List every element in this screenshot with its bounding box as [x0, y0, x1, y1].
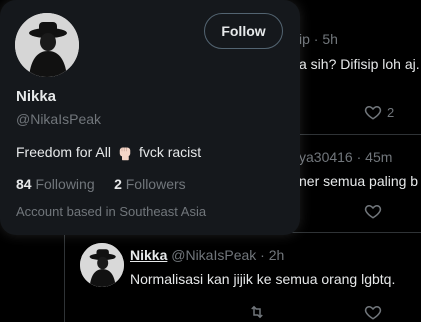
followers-link[interactable]: 2 Followers — [114, 176, 186, 192]
tweet-3-header: Nikka @NikaIsPeak · 2h — [130, 247, 284, 263]
tweet-3-author-name[interactable]: Nikka — [130, 247, 167, 263]
following-label: Following — [35, 176, 95, 192]
heart-icon[interactable] — [364, 303, 382, 321]
follow-stats: 84 Following 2 Followers — [16, 176, 186, 192]
avatar-silhouette-icon — [15, 13, 79, 77]
avatar[interactable] — [80, 243, 124, 287]
tweet-1-meta: ip · 5h — [299, 31, 338, 47]
bio-text-end: fvck racist — [138, 144, 202, 160]
avatar-silhouette-icon — [80, 243, 124, 287]
tweet-3-handle-time: @NikaIsPeak · 2h — [171, 247, 285, 263]
profile-bio: Freedom for All fvck racist — [16, 143, 201, 161]
following-count: 84 — [16, 176, 32, 192]
tweet-2-meta: ya30416 · 45m — [299, 149, 393, 165]
following-link[interactable]: 84 Following — [16, 176, 99, 192]
heart-icon[interactable] — [364, 202, 382, 220]
tweet-1-text: a sih? Difisip loh aj. — [299, 56, 420, 72]
bio-text-start: Freedom for All — [16, 144, 111, 160]
followers-count: 2 — [114, 176, 122, 192]
profile-hover-card: Follow Nikka @NikaIsPeak Freedom for All… — [0, 0, 300, 235]
raised-fist-icon — [119, 147, 131, 161]
tweet-3-text: Normalisasi kan jijik ke semua orang lgb… — [130, 271, 396, 287]
follow-button[interactable]: Follow — [204, 13, 283, 49]
avatar[interactable] — [15, 13, 79, 77]
profile-handle[interactable]: @NikaIsPeak — [16, 111, 101, 127]
tweet-3[interactable]: Nikka @NikaIsPeak · 2h Normalisasi kan j… — [65, 233, 421, 322]
account-location-note: Account based in Southeast Asia — [16, 204, 207, 219]
like-count: 2 — [387, 105, 395, 120]
tweet-2-text: ner semua paling b — [299, 173, 419, 189]
heart-icon[interactable] — [364, 103, 382, 121]
followers-label: Followers — [125, 176, 186, 192]
retweet-icon[interactable] — [248, 303, 266, 321]
profile-name[interactable]: Nikka — [16, 88, 56, 105]
